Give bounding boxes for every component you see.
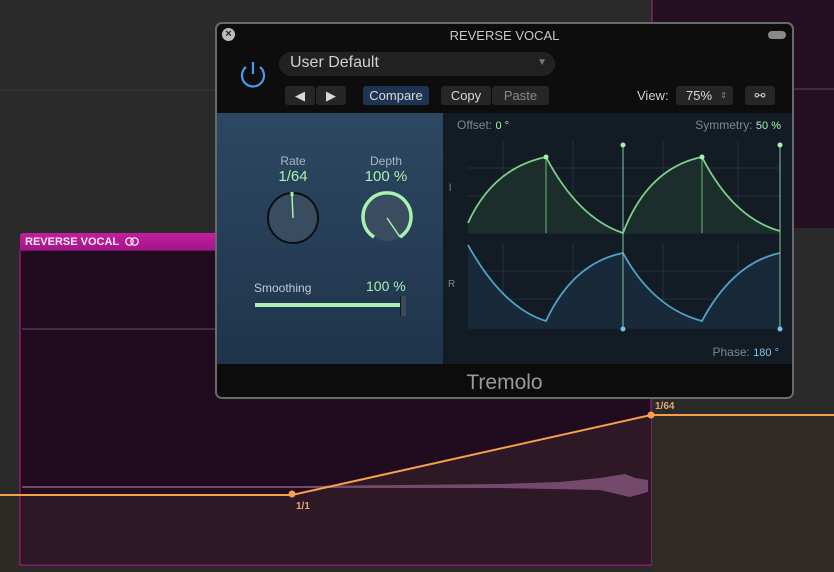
link-icon: ⚯: [754, 88, 766, 103]
preset-value: User Default: [290, 54, 379, 71]
depth-knob[interactable]: [357, 188, 417, 248]
rate-label: Rate: [280, 154, 306, 168]
chevron-down-icon: ▼: [537, 57, 547, 68]
phase-handle[interactable]: [620, 326, 626, 332]
next-preset-button[interactable]: ▶: [316, 86, 346, 105]
offset-handle[interactable]: [620, 142, 626, 148]
link-button[interactable]: ⚯: [745, 86, 775, 105]
compare-button[interactable]: Compare: [363, 86, 429, 105]
automation-start-label: 1/1: [296, 501, 310, 512]
automation-point-start[interactable]: [288, 490, 296, 498]
stepper-icon: ⇕: [720, 91, 727, 100]
region-name: REVERSE VOCAL: [25, 235, 120, 248]
smoothing-value: 100 %: [366, 278, 406, 294]
symmetry-handle[interactable]: [543, 154, 549, 160]
rate-value: 1/64: [278, 168, 308, 185]
previous-preset-button[interactable]: ◀: [285, 86, 315, 105]
collapse-button[interactable]: [768, 31, 786, 39]
plugin-window: × REVERSE VOCAL User Default ▼ ◀ ▶ Compar…: [215, 22, 794, 399]
plugin-title: REVERSE VOCAL: [449, 28, 560, 43]
rate-knob[interactable]: [263, 188, 323, 248]
view-label: View:: [637, 88, 669, 103]
automation-point-end[interactable]: [647, 411, 655, 419]
waveform-display: Offset: 0 ° Symmetry: 50 % Phase: 180 ° …: [443, 113, 794, 364]
loop-rings-icon: [125, 237, 139, 246]
smoothing-slider-handle[interactable]: [400, 296, 406, 316]
lfo-graph[interactable]: [443, 113, 794, 364]
controls-panel: Rate 1/64 Depth 100 % Smoothing 100 %: [217, 113, 443, 364]
preset-dropdown[interactable]: User Default ▼: [279, 52, 555, 76]
view-value: 75%: [686, 88, 713, 103]
depth-value: 100 %: [364, 168, 408, 185]
depth-label: Depth: [369, 154, 403, 168]
paste-button[interactable]: Paste: [492, 86, 549, 105]
power-icon[interactable]: [237, 58, 269, 90]
smoothing-label: Smoothing: [254, 281, 312, 295]
copy-button[interactable]: Copy: [441, 86, 491, 105]
view-zoom-select[interactable]: 75% ⇕: [676, 86, 733, 105]
smoothing-slider[interactable]: [255, 303, 403, 307]
automation-end-label: 1/64: [655, 401, 675, 412]
plugin-name: Tremolo: [217, 364, 792, 397]
